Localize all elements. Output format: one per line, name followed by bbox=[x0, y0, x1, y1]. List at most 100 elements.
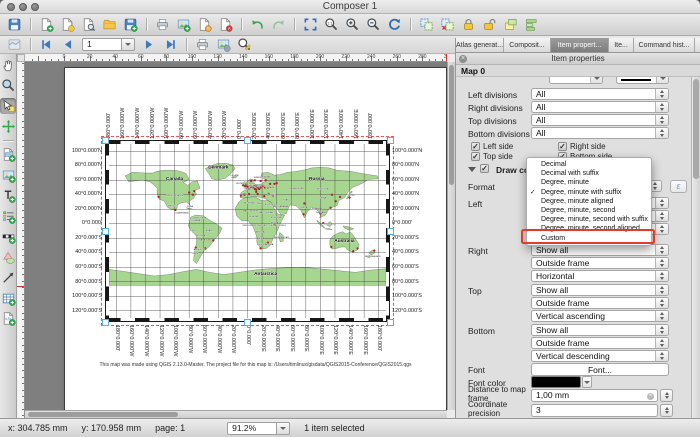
spinner-buttons[interactable] bbox=[655, 298, 668, 308]
previous-feature-icon[interactable] bbox=[58, 36, 77, 54]
add-new-map-icon[interactable] bbox=[0, 147, 16, 163]
map-item[interactable]: UNITED STATESMEXICOGUATEMALACUBACOLOMBIA… bbox=[105, 140, 390, 322]
pan-tool-icon[interactable] bbox=[0, 57, 16, 73]
bottom-position-combo[interactable]: Outside frame bbox=[531, 337, 669, 349]
next-feature-icon[interactable] bbox=[140, 36, 159, 54]
zoom-level-value[interactable]: 91.2% bbox=[227, 422, 277, 435]
spinner-buttons[interactable] bbox=[655, 258, 668, 268]
tab-atlas-generat---[interactable]: Atlas generat... bbox=[456, 38, 504, 52]
raise-items-icon[interactable] bbox=[501, 16, 520, 34]
add-new-scalebar-icon[interactable] bbox=[0, 229, 16, 245]
collapse-arrow-icon[interactable] bbox=[468, 167, 476, 172]
spinner-buttons[interactable] bbox=[655, 351, 668, 361]
add-new-legend-icon[interactable] bbox=[0, 208, 16, 224]
dropdown-arrow-icon[interactable] bbox=[656, 77, 668, 83]
duplicate-composition-icon[interactable] bbox=[58, 16, 77, 34]
data-defined-override-button[interactable]: ε bbox=[670, 180, 687, 193]
coordinate-precision-field[interactable]: 3 bbox=[531, 404, 658, 417]
bottom-divisions-combo[interactable]: All bbox=[531, 127, 669, 139]
selection-handle[interactable] bbox=[102, 137, 109, 144]
atlas-settings-icon[interactable] bbox=[235, 36, 254, 54]
zoom-full-icon[interactable] bbox=[301, 16, 320, 34]
atlas-page-dropdown-icon[interactable] bbox=[122, 38, 135, 51]
add-attribute-table-icon[interactable] bbox=[0, 290, 16, 306]
checkbox-icon[interactable]: ✓ bbox=[558, 142, 567, 151]
unlock-items-icon[interactable] bbox=[480, 16, 499, 34]
atlas-preview-icon[interactable] bbox=[5, 36, 24, 54]
zoom-tool-icon[interactable] bbox=[0, 78, 16, 94]
align-items-icon[interactable] bbox=[522, 16, 541, 34]
top-display-combo[interactable]: Show all bbox=[531, 284, 669, 296]
panel-scroll-thumb[interactable] bbox=[693, 79, 699, 179]
left-divisions-combo[interactable]: All bbox=[531, 88, 669, 100]
vscroll-thumb[interactable] bbox=[449, 65, 454, 185]
export-as-svg-icon[interactable]: S bbox=[195, 16, 214, 34]
print-atlas-icon[interactable] bbox=[193, 36, 212, 54]
new-composition-icon[interactable] bbox=[37, 16, 56, 34]
ungroup-items-icon[interactable] bbox=[438, 16, 457, 34]
add-basic-shape-icon[interactable] bbox=[0, 249, 16, 265]
selection-handle[interactable] bbox=[244, 137, 251, 144]
menu-item-degree--minute--second-with-suffix[interactable]: Degree, minute, second with suffix bbox=[527, 215, 651, 224]
refresh-view-icon[interactable] bbox=[385, 16, 404, 34]
menu-item-degree--minute--second-aligned[interactable]: Degree, minute, second aligned bbox=[527, 224, 651, 233]
font-button[interactable]: Font... bbox=[531, 363, 669, 376]
spinner-buttons[interactable] bbox=[655, 224, 668, 234]
spinner-buttons[interactable] bbox=[655, 271, 668, 281]
canvas-vscrollbar[interactable] bbox=[447, 62, 455, 410]
atlas-page-field[interactable]: 1 bbox=[82, 38, 135, 51]
spinner-buttons[interactable] bbox=[655, 325, 668, 335]
save-project-icon[interactable] bbox=[5, 16, 24, 34]
canvas-hscrollbar[interactable] bbox=[25, 410, 447, 418]
right-divisions-combo[interactable]: All bbox=[531, 101, 669, 113]
tab-item-propert---[interactable]: Item propert... bbox=[551, 38, 609, 52]
print-icon[interactable] bbox=[153, 16, 172, 34]
spinner-buttons[interactable] bbox=[655, 285, 668, 295]
checkbox-icon[interactable]: ✓ bbox=[480, 164, 489, 173]
move-item-content-tool-icon[interactable] bbox=[0, 119, 16, 135]
selection-handle[interactable] bbox=[387, 319, 394, 326]
clear-field-icon[interactable] bbox=[647, 393, 654, 400]
selection-handle[interactable] bbox=[387, 228, 394, 235]
last-feature-icon[interactable] bbox=[161, 36, 180, 54]
right-direction-combo[interactable]: Horizontal bbox=[531, 270, 669, 282]
panel-scrollbar[interactable] bbox=[691, 77, 700, 418]
export-as-pdf-icon[interactable]: A bbox=[216, 16, 235, 34]
zoom-dropdown-icon[interactable] bbox=[277, 422, 290, 435]
top-direction-combo[interactable]: Vertical ascending bbox=[531, 310, 669, 322]
menu-item-decimal-with-suffix[interactable]: Decimal with suffix bbox=[527, 169, 651, 178]
composition-page[interactable]: UNITED STATESMEXICOGUATEMALACUBACOLOMBIA… bbox=[64, 67, 447, 410]
tab-ite---[interactable]: Ite... bbox=[609, 38, 634, 52]
font-color-dropdown-icon[interactable] bbox=[582, 376, 592, 388]
selection-handle[interactable] bbox=[244, 319, 251, 326]
select-move-item-tool-icon[interactable] bbox=[0, 98, 16, 114]
tab-composit---[interactable]: Composit... bbox=[504, 38, 551, 52]
minimize-window-button[interactable] bbox=[19, 3, 27, 11]
undo-icon[interactable] bbox=[248, 16, 267, 34]
distance-spinner[interactable] bbox=[660, 389, 673, 402]
menu-item-degree--minute-aligned[interactable]: Degree, minute aligned bbox=[527, 197, 651, 206]
distance-to-map-frame-field[interactable]: 1,00 mm bbox=[531, 389, 658, 402]
spinner-buttons[interactable] bbox=[655, 128, 668, 138]
selection-handle[interactable] bbox=[102, 319, 109, 326]
top-side-checkbox[interactable]: ✓Top side bbox=[471, 152, 513, 161]
bottom-direction-combo[interactable]: Vertical descending bbox=[531, 350, 669, 362]
menu-item-degree--minute--second[interactable]: Degree, minute, second bbox=[527, 206, 651, 215]
composer-canvas[interactable]: UNITED STATESMEXICOGUATEMALACUBACOLOMBIA… bbox=[25, 62, 447, 410]
precision-spinner[interactable] bbox=[660, 404, 673, 417]
spinner-buttons[interactable] bbox=[655, 102, 668, 112]
zoom-actual-size-icon[interactable]: 1:1 bbox=[322, 16, 341, 34]
right-side-checkbox[interactable]: ✓Right side bbox=[558, 142, 606, 151]
menu-item-custom[interactable]: Custom bbox=[527, 234, 651, 243]
group-items-icon[interactable] bbox=[417, 16, 436, 34]
spinner-buttons[interactable] bbox=[655, 311, 668, 321]
checkbox-icon[interactable]: ✓ bbox=[471, 142, 480, 151]
dropdown-arrow-icon[interactable] bbox=[590, 77, 602, 83]
add-html-frame-icon[interactable]: </> bbox=[0, 311, 16, 327]
zoom-out-icon[interactable] bbox=[364, 16, 383, 34]
left-side-checkbox[interactable]: ✓Left side bbox=[471, 142, 513, 151]
add-new-label-icon[interactable] bbox=[0, 188, 16, 204]
zoom-window-button[interactable] bbox=[31, 3, 39, 11]
first-feature-icon[interactable] bbox=[37, 36, 56, 54]
checkbox-icon[interactable]: ✓ bbox=[471, 152, 480, 161]
